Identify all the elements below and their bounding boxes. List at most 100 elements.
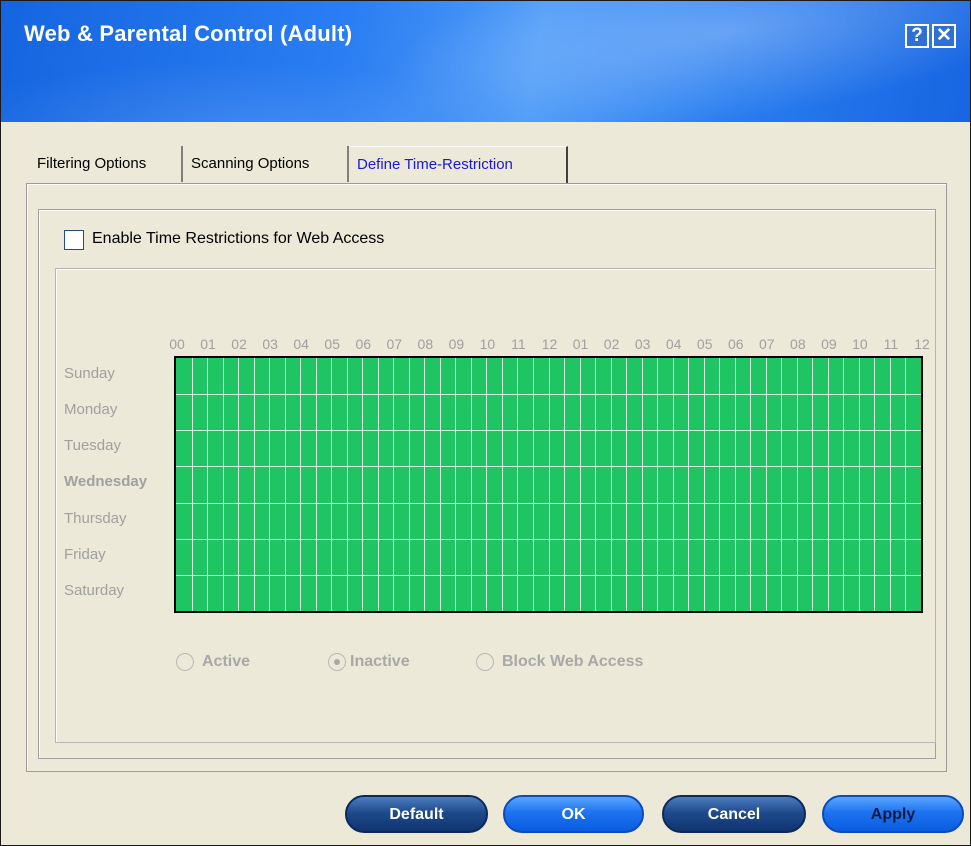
active-radio-label[interactable]: Active [202, 653, 250, 671]
day-label: Saturday [64, 581, 125, 599]
close-button[interactable]: ✕ [932, 24, 956, 48]
ok-button[interactable]: OK [503, 795, 644, 833]
grid-column-line [812, 358, 814, 611]
grid-column-line [238, 358, 240, 611]
grid-column-line [300, 358, 302, 611]
help-button[interactable]: ? [905, 24, 929, 48]
hour-label: 12 [914, 336, 930, 352]
grid-column-line [843, 358, 845, 611]
grid-column-line [346, 358, 348, 611]
grid-column-line [610, 358, 612, 611]
grid-column-line [672, 358, 674, 611]
grid-column-line [486, 358, 488, 611]
hour-label: 03 [634, 336, 651, 352]
grid-column-line [905, 358, 907, 611]
grid-row-line [176, 538, 921, 540]
grid-column-line [688, 358, 690, 611]
day-label: Sunday [64, 365, 115, 382]
hour-label: 06 [355, 336, 372, 352]
default-button[interactable]: Default [345, 795, 488, 833]
grid-column-line [439, 358, 441, 611]
inactive-radio-label[interactable]: Inactive [350, 653, 410, 671]
grid-column-line [626, 358, 628, 611]
enable-time-restrictions-checkbox[interactable] [64, 230, 84, 250]
inactive-radio-dot [334, 659, 340, 665]
hour-label: 08 [417, 336, 434, 352]
hour-label: 11 [511, 336, 526, 352]
grid-row-line [176, 466, 921, 468]
hour-label: 00 [169, 336, 185, 352]
hour-label: 02 [231, 336, 247, 352]
hour-label: 05 [324, 336, 340, 352]
grid-column-line [657, 358, 659, 611]
grid-column-line [703, 358, 705, 611]
grid-column-line [284, 358, 286, 611]
grid-column-line [424, 358, 426, 611]
day-label: Wednesday [64, 473, 148, 491]
grid-row-line [176, 574, 921, 576]
hour-label: 02 [603, 336, 620, 352]
hour-label: 06 [727, 336, 744, 352]
hour-label: 12 [541, 336, 558, 352]
grid-column-line [315, 358, 317, 611]
grid-column-line [207, 358, 209, 611]
grid-column-line [455, 358, 457, 611]
grid-column-line [750, 358, 752, 611]
grid-column-line [874, 358, 876, 611]
hour-label: 01 [200, 336, 216, 352]
day-label: Tuesday [64, 437, 121, 455]
inactive-radio[interactable] [328, 653, 346, 671]
grid-column-line [889, 358, 891, 611]
grid-column-line [796, 358, 798, 611]
grid-column-line [501, 358, 503, 611]
active-radio[interactable] [176, 653, 194, 671]
grid-column-line [734, 358, 736, 611]
hour-label: 09 [448, 336, 465, 352]
grid-row-line [176, 430, 921, 432]
hour-label: 09 [821, 336, 837, 352]
hour-label: 08 [790, 336, 806, 352]
grid-row-line [176, 394, 921, 396]
grid-column-line [470, 358, 472, 611]
block-web-access-radio[interactable] [476, 653, 494, 671]
grid-column-line [222, 358, 224, 611]
hour-label: 04 [293, 336, 309, 352]
hour-label: 05 [696, 336, 713, 352]
grid-column-line [641, 358, 643, 611]
grid-column-line [408, 358, 410, 611]
block-web-access-radio-label[interactable]: Block Web Access [502, 653, 643, 671]
grid-column-line [517, 358, 519, 611]
grid-column-line [269, 358, 271, 611]
tab-filtering-options[interactable]: Filtering Options [30, 146, 183, 182]
hour-label: 11 [883, 336, 899, 352]
tab-scanning-options[interactable]: Scanning Options [184, 146, 349, 182]
hour-label: 07 [386, 336, 403, 352]
title-bar: Web & Parental Control (Adult) ? ✕ [1, 1, 970, 122]
day-label: Friday [64, 545, 106, 563]
grid-column-line [765, 358, 767, 611]
hour-label: 10 [852, 336, 868, 352]
hour-label: 04 [665, 336, 682, 352]
tab-define-time-restriction[interactable]: Define Time-Restriction [350, 146, 568, 184]
day-label: Thursday [64, 509, 127, 527]
grid-column-line [377, 358, 379, 611]
grid-column-line [362, 358, 364, 611]
hour-label: 03 [262, 336, 278, 352]
hour-label: 10 [479, 336, 496, 352]
day-label: Monday [64, 401, 118, 419]
grid-column-line [595, 358, 597, 611]
grid-column-line [548, 358, 550, 611]
grid-row-line [176, 502, 921, 504]
grid-column-line [532, 358, 534, 611]
cancel-button[interactable]: Cancel [662, 795, 806, 833]
grid-column-line [191, 358, 193, 611]
enable-time-restrictions-label[interactable]: Enable Time Restrictions for Web Access [92, 230, 384, 248]
apply-button[interactable]: Apply [822, 795, 964, 833]
grid-column-line [719, 358, 721, 611]
grid-column-line [564, 358, 566, 611]
hour-axis: 00 01 02 03 04 05 06 07 08 09 10 11 12 01 02 03 04 05 06 07… [160, 336, 940, 356]
hour-label: 01 [572, 336, 589, 352]
grid-column-line [781, 358, 783, 611]
time-restriction-grid[interactable] [174, 356, 923, 613]
grid-column-line [331, 358, 333, 611]
